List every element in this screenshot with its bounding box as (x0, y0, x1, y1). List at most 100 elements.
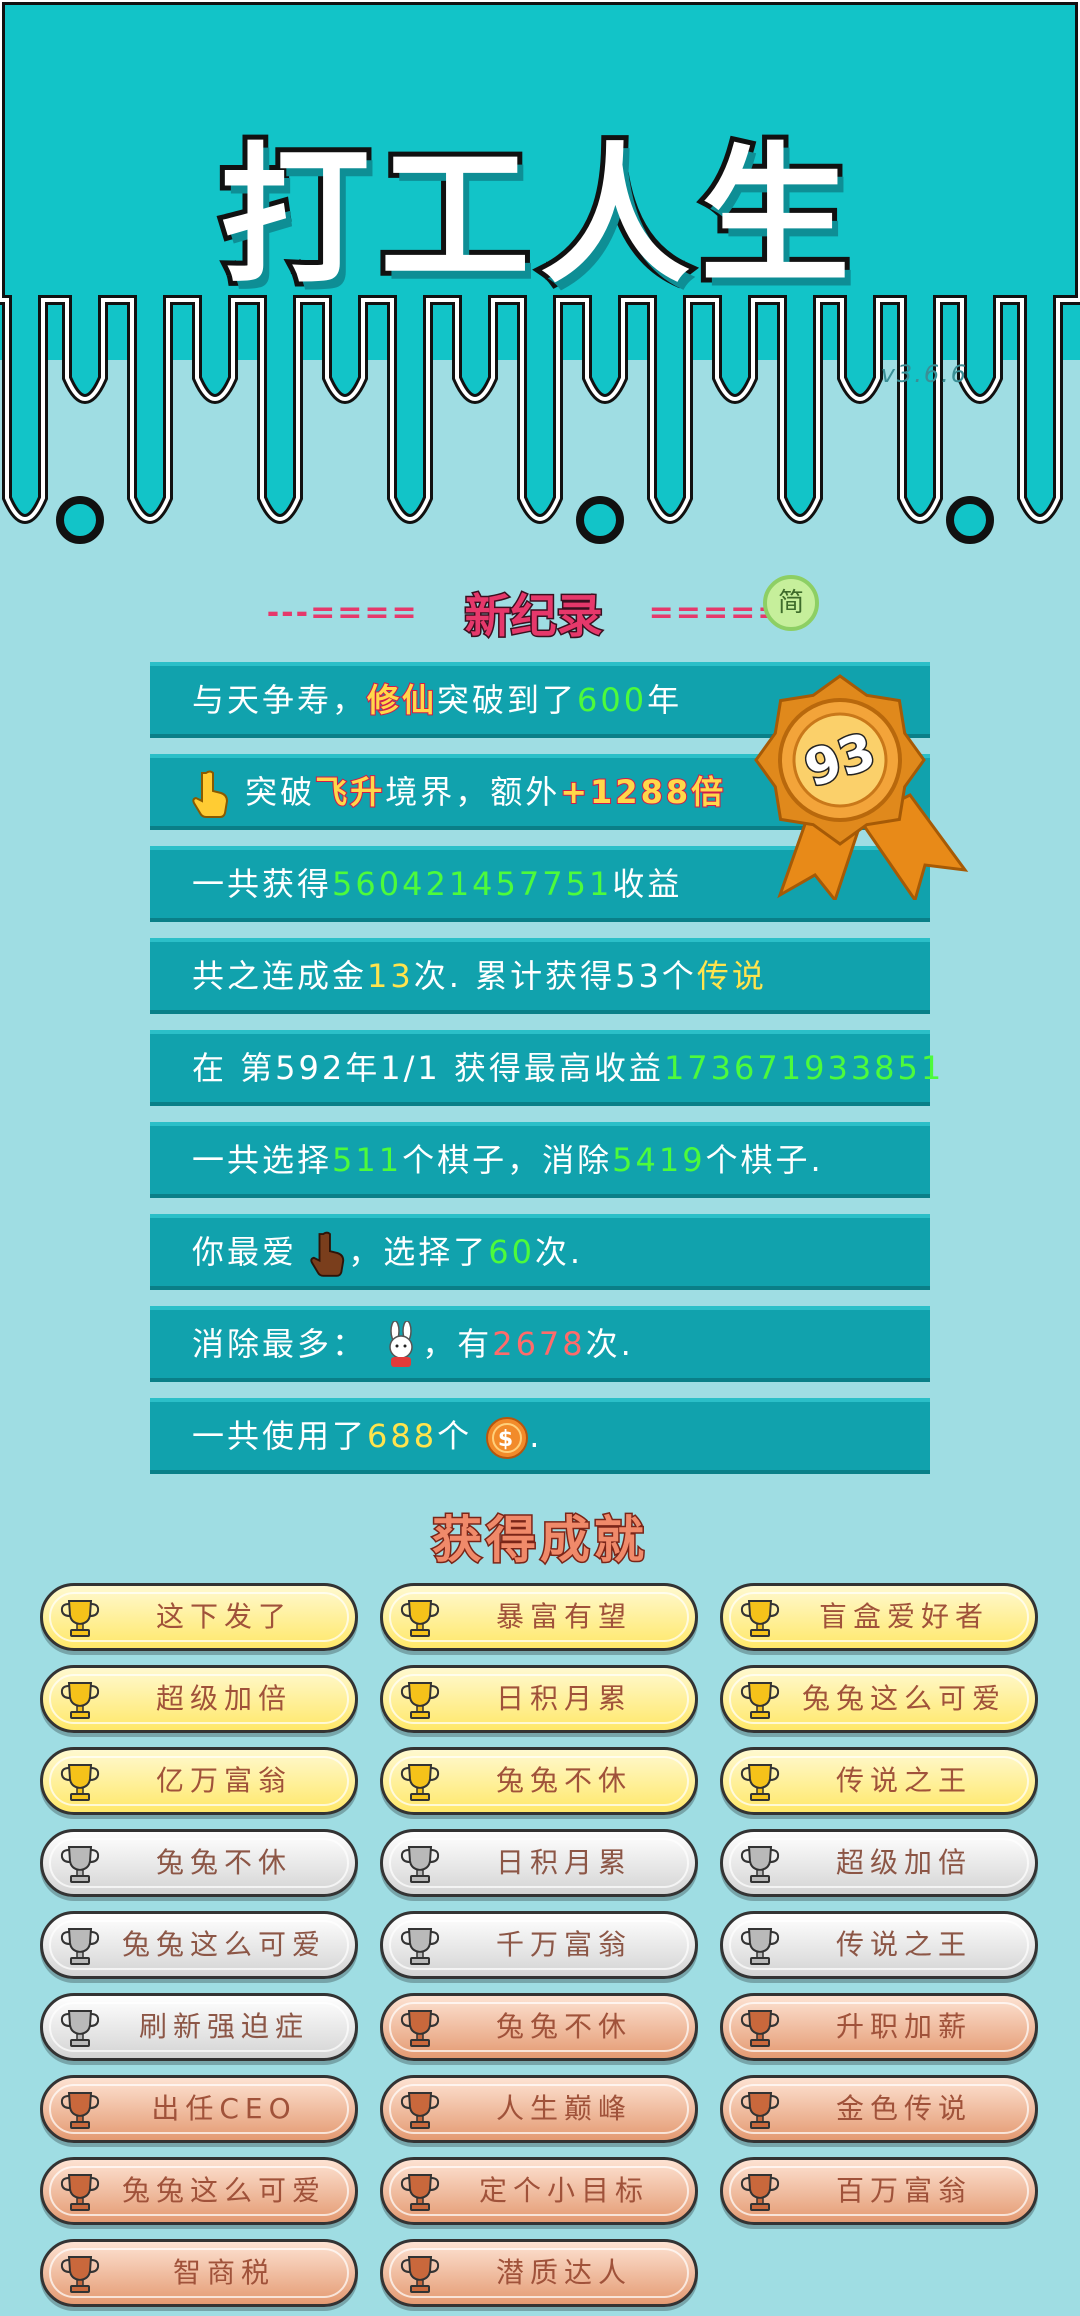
achievement-label: 兔兔这么可爱 (121, 2174, 326, 2207)
stat-text: 一共获得 (192, 865, 333, 903)
achievement-badge[interactable]: 兔兔这么可爱 (720, 1665, 1038, 1733)
trophy-icon (740, 1846, 780, 1883)
trophy-icon (740, 2092, 780, 2129)
coin-icon: $ (486, 1417, 529, 1459)
stat-row-pieces: 一共选择511个棋子，消除5419个棋子. (150, 1122, 930, 1198)
achievement-badge[interactable]: 这下发了 (40, 1583, 358, 1651)
trophy-icon (740, 1764, 780, 1801)
stat-row-most-eliminated: 消除最多： ，有2678次. (150, 1306, 930, 1382)
svg-text:$: $ (498, 1427, 516, 1452)
achievement-badge[interactable]: 百万富翁 (720, 2157, 1038, 2225)
achievement-label: 智商税 (172, 2256, 275, 2289)
achievement-badge[interactable]: 定个小目标 (380, 2157, 698, 2225)
stat-row-combo: 共之连成金13次. 累计获得53个传说 (150, 938, 930, 1014)
trophy-icon (400, 2174, 440, 2211)
version-label: v3.6.6 (880, 360, 968, 388)
stat-text: 境界，额外 (385, 773, 561, 811)
stat-text: 在 第592年1/1 获得最高收益 (192, 1049, 664, 1087)
achievement-label: 百万富翁 (835, 2174, 972, 2207)
stat-text: 个 (437, 1417, 473, 1455)
achievement-badge[interactable]: 日积月累 (380, 1665, 698, 1733)
achievement-badge[interactable]: 兔兔这么可爱 (40, 1911, 358, 1979)
record-heading: ---==== 新纪录 =====-- (0, 580, 1080, 646)
stat-text: 个棋子，消除 (402, 1141, 613, 1179)
stat-text: 共之连成金 (192, 957, 368, 995)
stat-text: 突破到了 (437, 681, 578, 719)
stat-highlight: 传说 (696, 957, 767, 995)
achievement-badge[interactable]: 传说之王 (720, 1747, 1038, 1815)
achievement-badge[interactable]: 潜质达人 (380, 2239, 698, 2307)
trophy-icon (400, 2256, 440, 2293)
achievement-badge[interactable]: 传说之王 (720, 1911, 1038, 1979)
trophy-icon (60, 1600, 100, 1637)
header: 打工人生 v3.6.6 (0, 0, 1080, 560)
achievement-badge[interactable]: 出任CEO (40, 2075, 358, 2143)
trophy-icon (400, 1928, 440, 1965)
achievement-badge[interactable]: 千万富翁 (380, 1911, 698, 1979)
stat-value: 60 (488, 1233, 535, 1271)
stat-highlight: 修仙 (366, 680, 438, 720)
stat-text: 你最爱 (192, 1233, 298, 1271)
achievement-badge[interactable]: 刷新强迫症 (40, 1993, 358, 2061)
achievement-badge[interactable]: 兔兔不休 (380, 1747, 698, 1815)
trophy-icon (60, 2256, 100, 2293)
achievement-badge[interactable]: 兔兔不休 (40, 1829, 358, 1897)
brown-pointing-hand-icon (310, 1231, 345, 1277)
achievements-title: 获得成就 (431, 1510, 648, 1571)
rabbit-icon (389, 1321, 413, 1367)
achievement-badge[interactable]: 日积月累 (380, 1829, 698, 1897)
stat-value: 173671933851 (663, 1049, 945, 1087)
achievement-badge[interactable]: 超级加倍 (720, 1829, 1038, 1897)
drip-drop (946, 496, 994, 544)
achievement-label: 人生巅峰 (495, 2092, 632, 2125)
achievement-badge[interactable]: 兔兔这么可爱 (40, 2157, 358, 2225)
achievements-grid: 这下发了 暴富有望 盲盒爱好者 超级加倍 日积月累 兔兔这么可爱 亿万富翁 兔兔不休 传说之王兔… (40, 1583, 1040, 2307)
achievement-label: 兔兔不休 (495, 1764, 632, 1797)
achievement-label: 超级加倍 (835, 1846, 972, 1879)
drip-drop (56, 496, 104, 544)
trophy-icon (740, 1600, 780, 1637)
achievement-badge[interactable]: 人生巅峰 (380, 2075, 698, 2143)
trophy-icon (740, 2010, 780, 2047)
stat-text: 一共使用了 (192, 1417, 368, 1455)
trophy-icon (60, 2010, 100, 2047)
achievement-badge[interactable]: 兔兔不休 (380, 1993, 698, 2061)
achievement-label: 出任CEO (151, 2092, 297, 2125)
stat-text: 次. (534, 1233, 584, 1271)
stat-value: 600 (577, 681, 648, 719)
stat-value: 688 (367, 1417, 438, 1455)
achievement-badge[interactable]: 升职加薪 (720, 1993, 1038, 2061)
stat-value: 511 (332, 1141, 403, 1179)
trophy-icon (740, 1928, 780, 1965)
achievement-badge[interactable]: 盲盒爱好者 (720, 1583, 1038, 1651)
stat-text: 突破 (245, 773, 316, 811)
stat-row-best-income: 在 第592年1/1 获得最高收益173671933851 (150, 1030, 941, 1106)
score-medal: 93 (754, 674, 969, 900)
stat-row-coins: 一共使用了688个 $ . (150, 1398, 930, 1474)
achievement-label: 这下发了 (155, 1600, 292, 1633)
trophy-icon (400, 2092, 440, 2129)
app-title: 打工人生 (215, 125, 860, 309)
stat-text: 消除最多： (192, 1325, 368, 1363)
achievement-label: 兔兔这么可爱 (121, 1928, 326, 1961)
language-toggle-button[interactable]: 简 (763, 575, 819, 631)
achievement-label: 兔兔这么可爱 (801, 1682, 1006, 1715)
stat-value: 560421457751 (332, 865, 613, 903)
trophy-icon (740, 2174, 780, 2211)
achievement-badge[interactable]: 暴富有望 (380, 1583, 698, 1651)
achievement-label: 超级加倍 (155, 1682, 292, 1715)
drip-drop (576, 496, 624, 544)
stat-value: 13 (367, 957, 414, 995)
achievement-badge[interactable]: 亿万富翁 (40, 1747, 358, 1815)
achievement-badge[interactable]: 超级加倍 (40, 1665, 358, 1733)
stat-text: 收益 (612, 865, 683, 903)
stat-text: . (529, 1417, 543, 1455)
achievement-label: 兔兔不休 (155, 1846, 292, 1879)
stat-row-favorite: 你最爱 ，选择了60次. (150, 1214, 930, 1290)
achievement-badge[interactable]: 金色传说 (720, 2075, 1038, 2143)
trophy-icon (60, 2174, 100, 2211)
stat-value: 5419 (612, 1141, 706, 1179)
achievement-badge[interactable]: 智商税 (40, 2239, 358, 2307)
stat-text: ，有 (422, 1325, 493, 1363)
stat-highlight: 飞升 (314, 772, 386, 812)
